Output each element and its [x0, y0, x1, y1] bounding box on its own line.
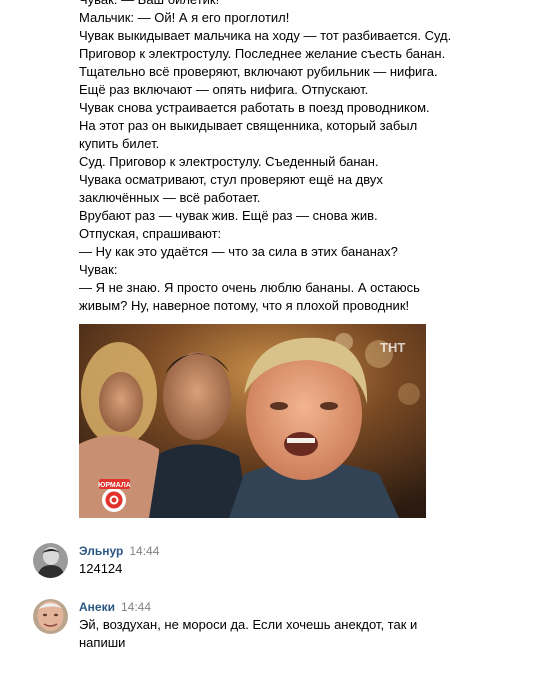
location-badge-text: ЮРМАЛА	[98, 482, 131, 489]
post-text-line: Тщательно всё проверяют, включают рубиль…	[79, 64, 438, 79]
comment-text-line: Эй, воздухан, не мороси да. Если хочешь …	[79, 617, 418, 632]
post-text-line: заключённых — всё работает.	[79, 190, 261, 205]
comment-meta: Эльнур 14:44	[79, 543, 499, 559]
comment-author-link[interactable]: Анеки	[79, 600, 115, 614]
post-text-line: Суд. Приговор к электростулу. Съеденный …	[79, 154, 379, 169]
post-text: Чувак: — Ваш билетик! Мальчик: — Ой! А я…	[79, 0, 499, 315]
avatar[interactable]	[33, 599, 68, 634]
comment-meta: Анеки 14:44	[79, 599, 499, 615]
post-text-line: Приговор к электростулу. Последнее желан…	[79, 46, 446, 61]
channel-watermark: ТНТ	[380, 340, 405, 355]
avatar[interactable]	[33, 543, 68, 578]
comment-time[interactable]: 14:44	[121, 600, 151, 614]
post-text-line: живым? Ну, наверное потому, что я плохой…	[79, 298, 410, 313]
post-text-line: — Я не знаю. Я просто очень люблю бананы…	[79, 280, 420, 295]
post-text-line: — Ну как это удаётся — что за сила в эти…	[79, 244, 398, 259]
comment-text-line: напиши	[79, 635, 126, 650]
post-text-line: Отпуская, спрашивают:	[79, 226, 222, 241]
post-text-line: купить билет.	[79, 136, 160, 151]
comedy-club-logo	[102, 488, 126, 512]
post-text-line: Чувак:	[79, 262, 118, 277]
post-text-line: Мальчик: — Ой! А я его проглотил!	[79, 10, 290, 25]
post-text-line: Чувак выкидывает мальчика на ходу — тот …	[79, 28, 452, 43]
post-text-line: Чувака осматривают, стул проверяют ещё н…	[79, 172, 383, 187]
comment-time[interactable]: 14:44	[129, 544, 159, 558]
comment-author-link[interactable]: Эльнур	[79, 544, 123, 558]
comment-text: 124124	[79, 560, 499, 578]
comment-body: Анеки 14:44 Эй, воздухан, не мороси да. Е…	[79, 599, 499, 652]
comment-text-line: 124124	[79, 561, 123, 576]
post-text-line: Врубают раз — чувак жив. Ещё раз — снова…	[79, 208, 378, 223]
post-text-line: Ещё раз включают — опять нифига. Отпуска…	[79, 82, 369, 97]
post-photo[interactable]: ТНТ ЮРМАЛА	[79, 324, 426, 518]
post-text-line: Чувак снова устраивается работать в поез…	[79, 100, 430, 115]
comment-text: Эй, воздухан, не мороси да. Если хочешь …	[79, 616, 499, 652]
post-text-line: На этот раз он выкидывает священника, ко…	[79, 118, 418, 133]
post-text-line: Чувак: — Ваш билетик!	[79, 0, 499, 9]
comment-body: Эльнур 14:44 124124	[79, 543, 499, 578]
